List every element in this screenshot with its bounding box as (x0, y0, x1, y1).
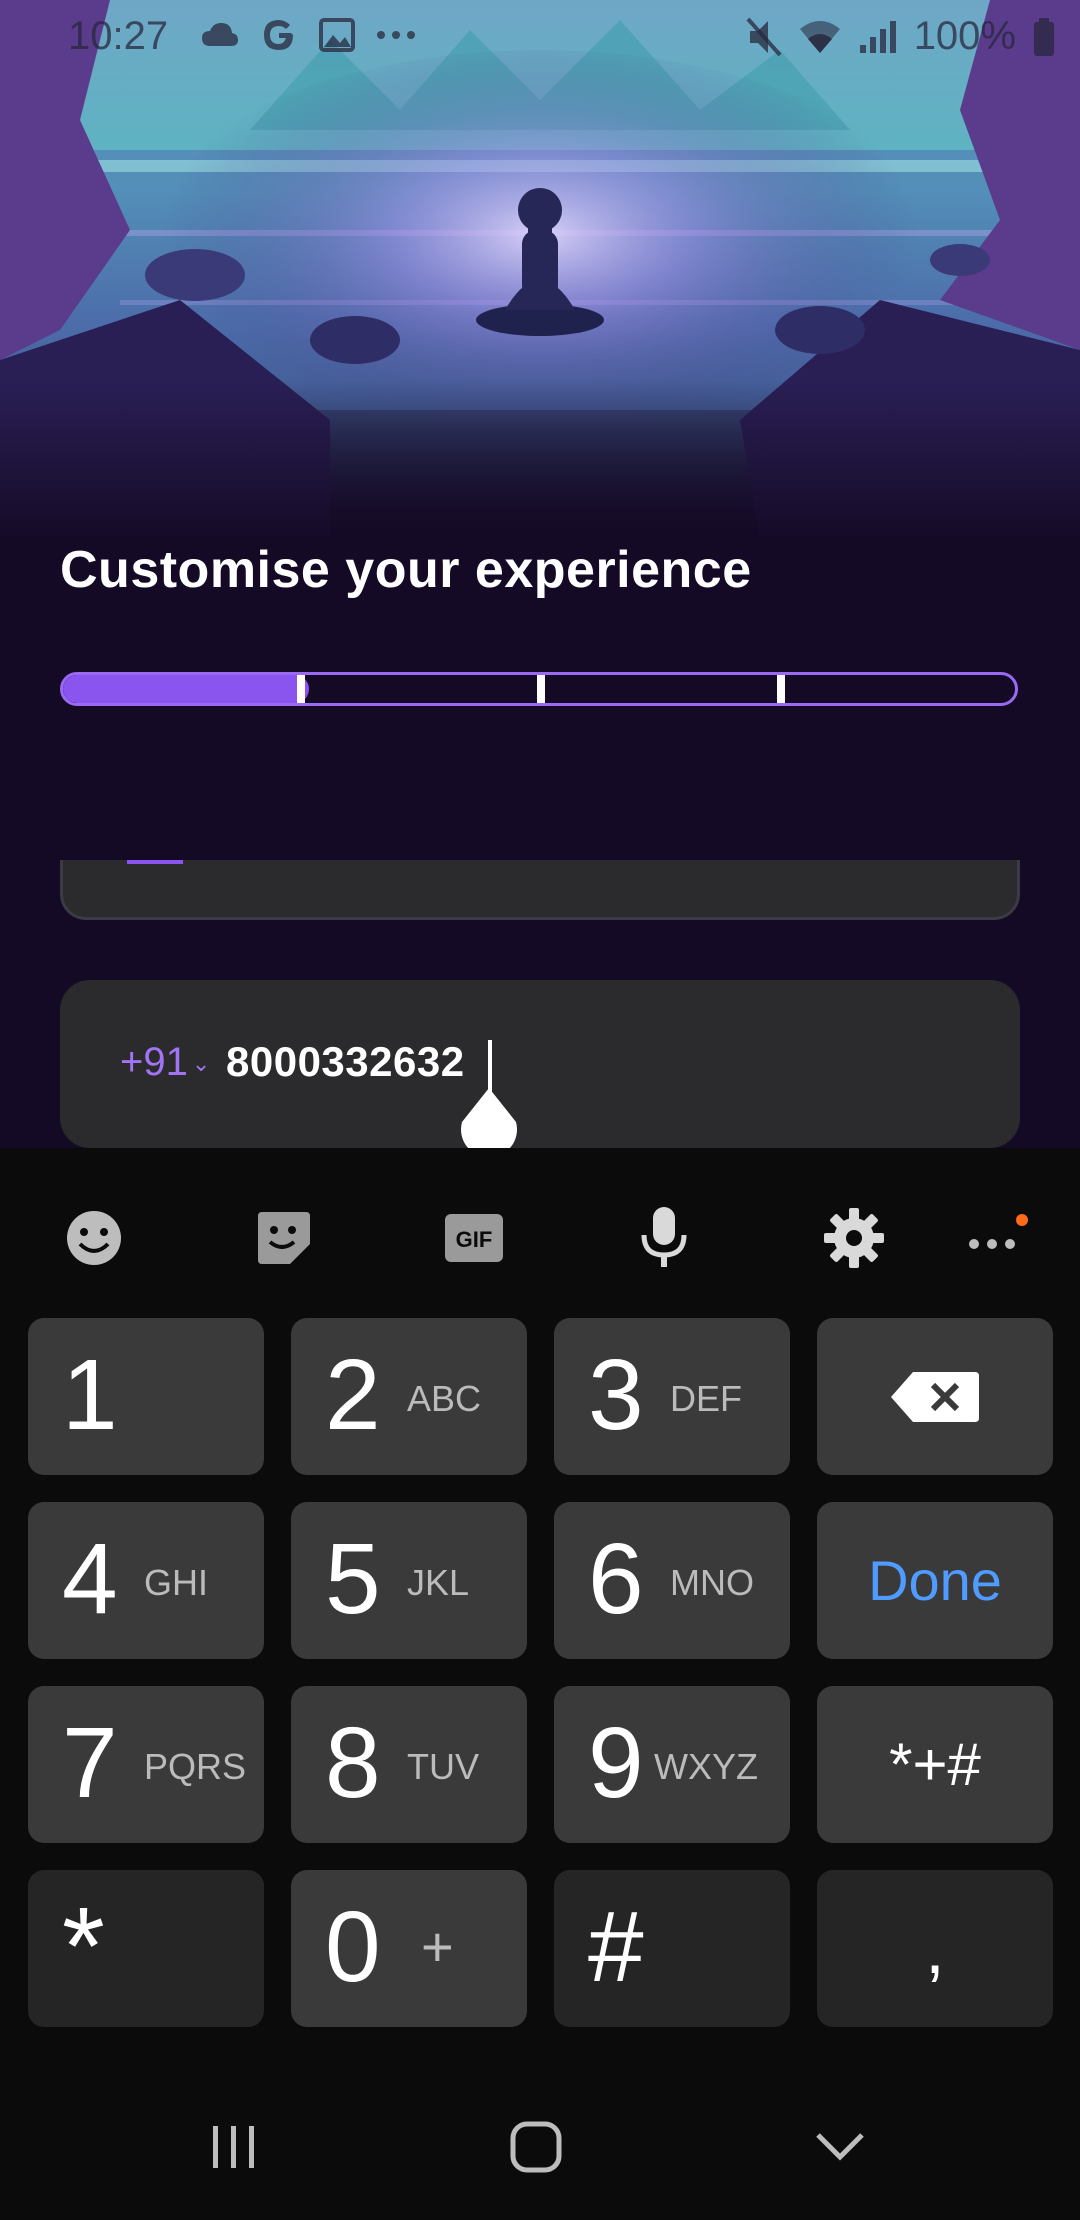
recents-button[interactable] (194, 2112, 274, 2182)
key-letters: DEF (670, 1378, 742, 1419)
key-8[interactable]: 8 TUV (291, 1686, 527, 1843)
settings-icon (824, 1208, 884, 1268)
key-letters: TUV (407, 1746, 479, 1787)
recents-icon (213, 2126, 254, 2168)
keyboard-more-button[interactable] (956, 1198, 1036, 1278)
more-icon (969, 1214, 1028, 1249)
hash-key[interactable]: # (554, 1870, 790, 2027)
system-nav-bar (0, 2072, 1080, 2220)
battery-percent: 100% (913, 14, 1016, 58)
key-letters: ABC (407, 1378, 482, 1419)
gif-icon: GIF (445, 1214, 503, 1262)
status-bar: 10:27 100% (0, 0, 1080, 74)
key-number: 8 (325, 1707, 381, 1819)
key-9[interactable]: 9 WXYZ (554, 1686, 790, 1843)
key-number: 1 (62, 1339, 118, 1451)
key-7[interactable]: 7 PQRS (28, 1686, 264, 1843)
gallery-icon (319, 18, 355, 52)
signal-icon (859, 20, 896, 53)
comma-label: , (925, 1909, 945, 1988)
key-6[interactable]: 6 MNO (554, 1502, 790, 1659)
symbols-label: *+# (889, 1731, 981, 1798)
country-code-label: +91 (120, 1040, 188, 1084)
key-letters: WXYZ (654, 1746, 758, 1787)
field-accent-line (127, 860, 183, 864)
name-field[interactable] (60, 860, 1020, 920)
key-number: * (62, 1885, 105, 2008)
key-number: 9 (588, 1707, 644, 1819)
sticker-icon (258, 1212, 310, 1264)
home-icon (510, 2121, 562, 2173)
key-number: 0 (325, 1891, 381, 2003)
key-letters: + (421, 1915, 454, 1978)
page-title: Customise your experience (60, 541, 752, 599)
chevron-down-icon (816, 2133, 864, 2161)
symbols-key[interactable]: *+# (817, 1686, 1053, 1843)
phone-number-value: 8000332632 (226, 1038, 465, 1085)
svg-text:GIF: GIF (456, 1227, 493, 1252)
country-code-selector[interactable]: +91 ⌄ (120, 1040, 210, 1085)
voice-input-button[interactable] (624, 1198, 704, 1278)
key-number: 7 (62, 1707, 118, 1819)
home-button[interactable] (496, 2112, 576, 2182)
text-cursor (488, 1040, 492, 1092)
key-number: 3 (588, 1339, 644, 1451)
chevron-down-icon: ⌄ (191, 1051, 211, 1077)
step-progress-bar (60, 672, 1018, 706)
key-letters: MNO (670, 1562, 754, 1603)
progress-tick (777, 675, 785, 703)
key-number: # (588, 1891, 644, 2003)
backspace-key[interactable] (817, 1318, 1053, 1475)
emoji-button[interactable] (54, 1198, 134, 1278)
key-0[interactable]: 0 + (291, 1870, 527, 2027)
key-number: 6 (588, 1523, 644, 1635)
key-number: 5 (325, 1523, 381, 1635)
sticker-button[interactable] (244, 1198, 324, 1278)
keyboard-settings-button[interactable] (814, 1198, 894, 1278)
star-key[interactable]: * (28, 1870, 264, 2027)
battery-icon (1034, 17, 1054, 56)
key-5[interactable]: 5 JKL (291, 1502, 527, 1659)
microphone-icon (641, 1207, 687, 1267)
key-number: 2 (325, 1339, 381, 1451)
progress-tick (537, 675, 545, 703)
gif-button[interactable]: GIF (434, 1198, 514, 1278)
comma-key[interactable]: , (817, 1870, 1053, 2027)
key-letters: GHI (144, 1562, 209, 1603)
done-key[interactable]: Done (817, 1502, 1053, 1659)
key-letters: PQRS (144, 1746, 247, 1787)
key-letters: JKL (407, 1562, 470, 1603)
key-3[interactable]: 3 DEF (554, 1318, 790, 1475)
notification-dot (1016, 1214, 1028, 1226)
key-2[interactable]: 2 ABC (291, 1318, 527, 1475)
more-dots-icon (377, 31, 415, 39)
key-4[interactable]: 4 GHI (28, 1502, 264, 1659)
key-1[interactable]: 1 (28, 1318, 264, 1475)
status-time: 10:27 (68, 14, 169, 58)
key-number: 4 (62, 1523, 118, 1635)
mute-icon (746, 17, 782, 56)
cloud-icon (202, 23, 238, 46)
progress-fill (63, 675, 309, 703)
google-icon (264, 20, 293, 50)
phone-input[interactable]: +91 ⌄ 8000332632 (60, 980, 1020, 1148)
numeric-keyboard: GIF 1 2 ABC 3 DEF 4 GHI 5 JKL 6 MNO Done 7 PQR… (0, 1148, 1080, 2072)
progress-tick (297, 675, 305, 703)
wifi-icon (799, 20, 840, 53)
done-label: Done (868, 1549, 1002, 1612)
hero-illustration (0, 0, 1080, 540)
back-button[interactable] (800, 2112, 880, 2182)
emoji-icon (67, 1211, 121, 1265)
backspace-icon (891, 1371, 979, 1422)
